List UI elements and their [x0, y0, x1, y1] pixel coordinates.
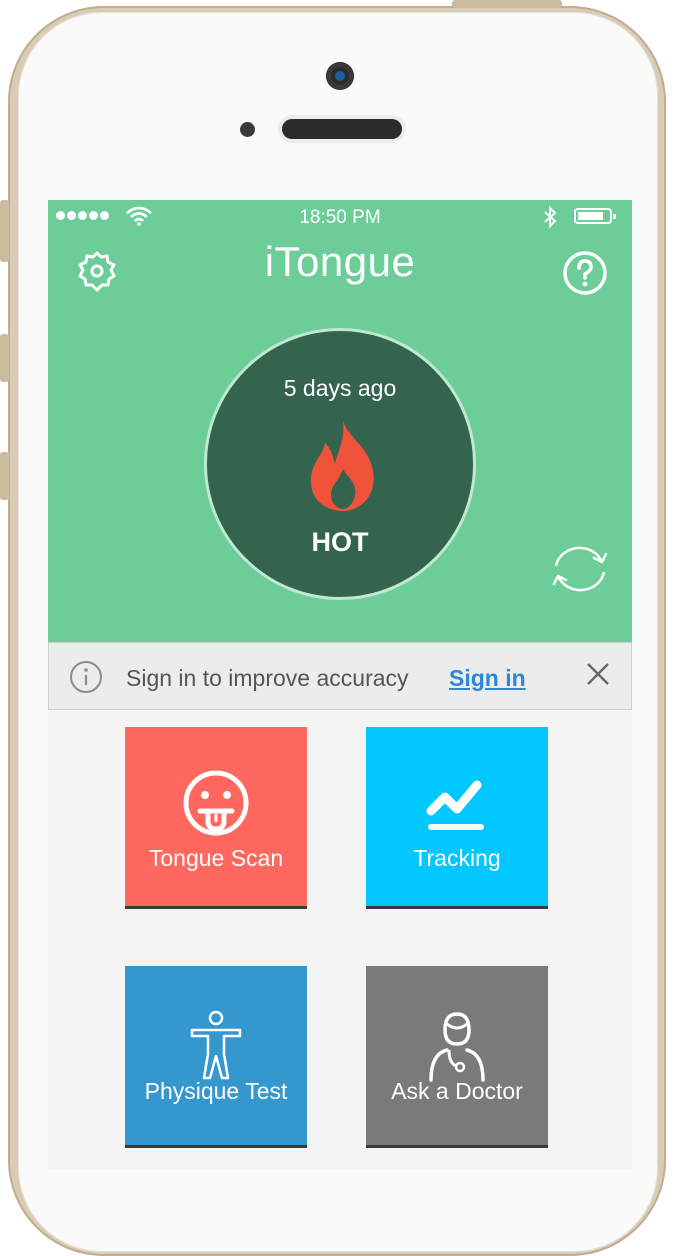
refresh-icon[interactable]: [548, 542, 612, 596]
tracking-tile[interactable]: Tracking: [366, 727, 548, 909]
ask-doctor-label: Ask a Doctor: [391, 1078, 523, 1104]
signin-banner: Sign in to improve accuracy Sign in: [48, 642, 632, 710]
volume-down-button: [0, 452, 9, 500]
signin-message: Sign in to improve accuracy: [126, 665, 409, 691]
doctor-icon: [429, 1012, 485, 1082]
tongue-status-label: HOT: [311, 527, 369, 557]
info-icon: [70, 661, 102, 693]
tongue-face-icon: [183, 770, 249, 836]
help-icon[interactable]: [560, 248, 610, 298]
power-button: [452, 0, 562, 8]
tongue-scan-label: Tongue Scan: [148, 845, 284, 871]
close-icon[interactable]: [585, 661, 611, 687]
volume-up-button: [0, 334, 9, 382]
proximity-sensor: [240, 122, 255, 137]
ask-doctor-tile[interactable]: Ask a Doctor: [366, 966, 548, 1148]
header-panel: 18:50 PM iTongue 5 days ago HOT: [48, 200, 632, 642]
trend-chart-icon: [426, 780, 484, 830]
physique-test-label: Physique Test: [144, 1078, 288, 1104]
tongue-scan-tile[interactable]: Tongue Scan: [125, 727, 307, 909]
app-screen: 18:50 PM iTongue 5 days ago HOT Sign in …: [48, 200, 632, 1170]
flame-icon: [310, 421, 374, 511]
bluetooth-icon: [544, 206, 557, 228]
tracking-label: Tracking: [413, 845, 501, 871]
app-title: iTongue: [264, 238, 416, 285]
physique-test-tile[interactable]: Physique Test: [125, 966, 307, 1148]
earpiece-speaker: [282, 119, 402, 139]
mute-switch: [0, 200, 9, 262]
last-scan-time: 5 days ago: [283, 375, 397, 401]
battery-icon: [574, 208, 616, 224]
front-camera: [326, 62, 354, 90]
signin-link[interactable]: Sign in: [449, 665, 526, 692]
gear-icon[interactable]: [72, 248, 122, 298]
tongue-status-circle[interactable]: 5 days ago HOT: [204, 328, 476, 600]
status-bar: 18:50 PM: [48, 200, 632, 234]
person-icon: [190, 1010, 242, 1080]
